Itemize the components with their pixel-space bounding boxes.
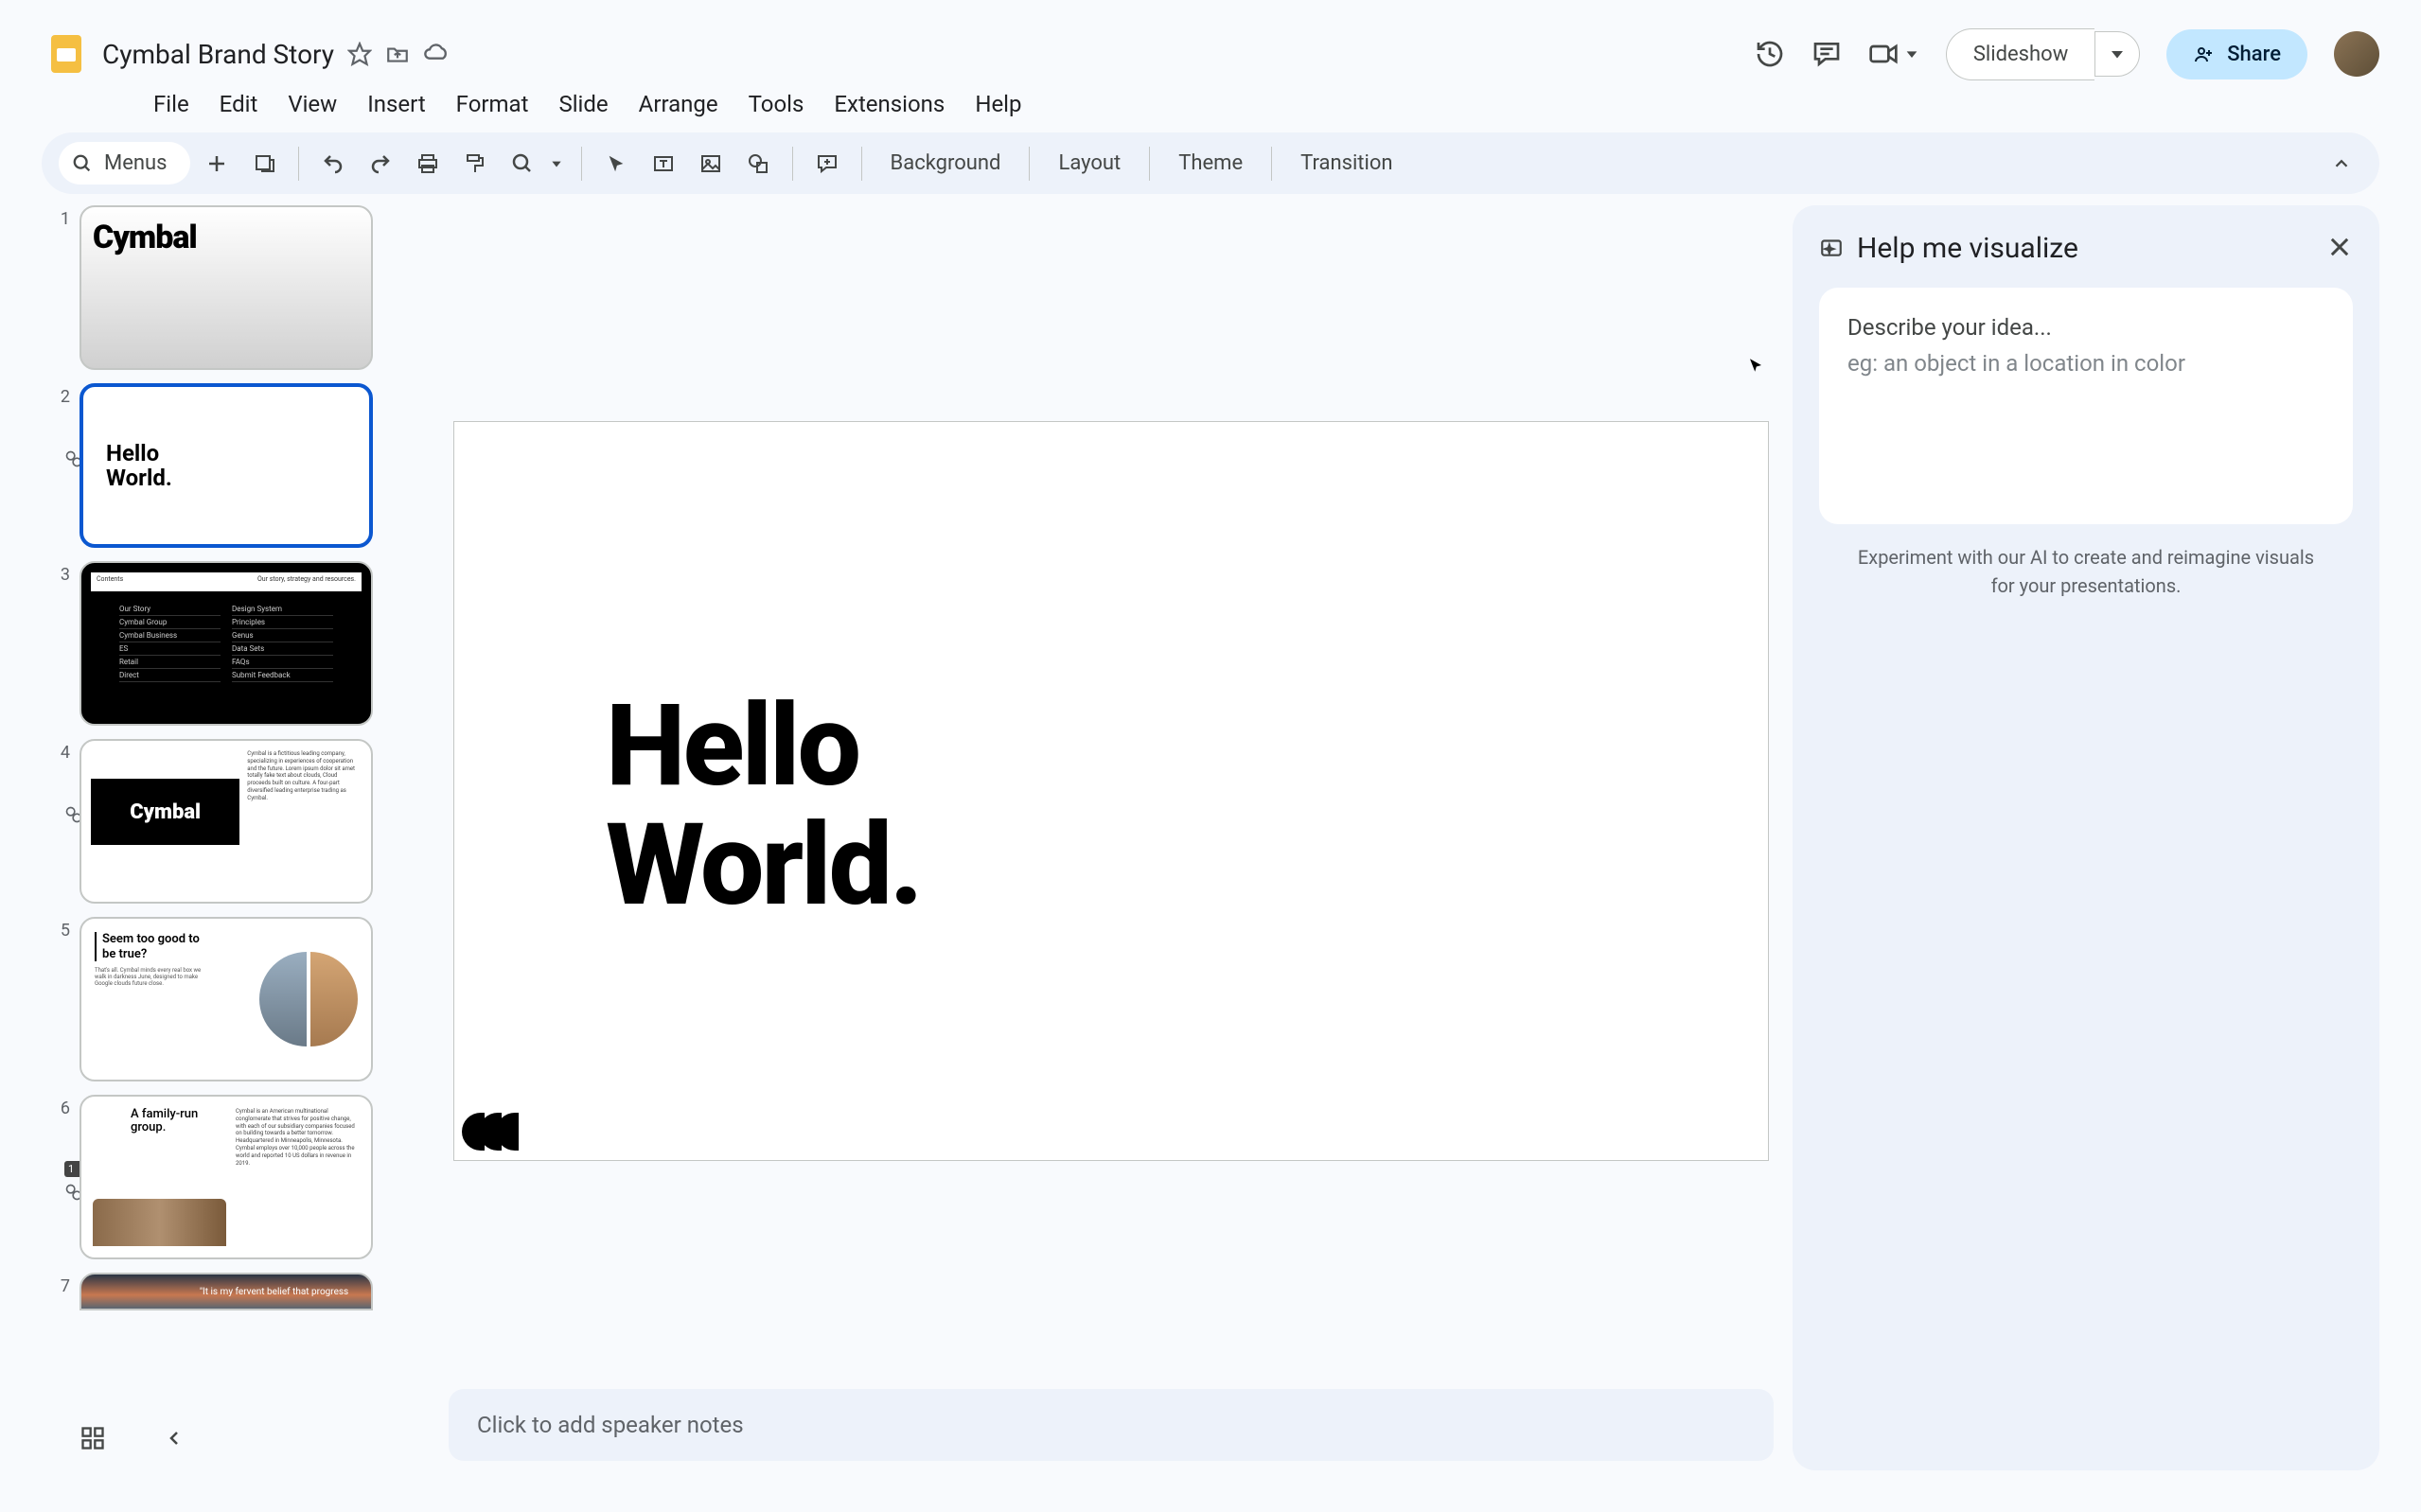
comment-add-icon[interactable] [806,143,848,185]
transition-button[interactable]: Transition [1285,144,1407,183]
speaker-notes-placeholder: Click to add speaker notes [477,1412,744,1438]
user-avatar[interactable] [2334,31,2379,77]
slide-number: 1 [42,205,70,229]
text-box-icon[interactable] [643,143,684,185]
slide-number: 4 [42,739,70,763]
menu-format[interactable]: Format [443,83,542,125]
slide-canvas[interactable]: Hello World. [453,421,1769,1161]
collapse-toolbar-icon[interactable] [2321,143,2362,185]
slide-thumbnail-4[interactable]: Cymbal Cymbal is a fictitious leading co… [80,739,373,904]
filmstrip[interactable]: 1 Cymbal 2 HelloWorld. 3 ContentsOur sto [42,205,430,1410]
share-button[interactable]: Share [2166,29,2307,79]
slideshow-dropdown[interactable] [2094,31,2140,77]
prompt-input-card[interactable]: Describe your idea... eg: an object in a… [1819,288,2353,524]
meet-icon[interactable] [1868,39,1919,69]
speaker-notes[interactable]: Click to add speaker notes [449,1389,1774,1461]
slide-number: 7 [42,1273,70,1296]
zoom-dropdown-icon[interactable] [545,143,568,185]
new-slide-icon[interactable] [196,143,238,185]
prompt-label: Describe your idea... [1847,314,2324,341]
menu-bar: File Edit View Insert Format Slide Arran… [19,79,2402,132]
layout-button[interactable]: Layout [1043,144,1136,183]
slide-number: 5 [42,917,70,941]
menu-slide[interactable]: Slide [545,83,621,125]
share-label: Share [2227,43,2281,66]
toolbar: Menus Background Layout [42,132,2379,194]
comments-icon[interactable] [1811,39,1842,69]
history-icon[interactable] [1755,39,1785,69]
menus-search[interactable]: Menus [59,142,190,185]
paint-format-icon[interactable] [454,143,496,185]
redo-icon[interactable] [360,143,401,185]
star-icon[interactable] [347,42,372,66]
slide-logo-mark [462,1113,513,1151]
sparkle-icon [1819,235,1844,263]
menu-tools[interactable]: Tools [735,83,818,125]
select-icon[interactable] [595,143,637,185]
menus-label: Menus [104,151,168,175]
slide-number: 2 [42,383,70,407]
help-me-visualize-panel: Help me visualize Describe your idea... … [1793,205,2379,1470]
slide-number: 3 [42,561,70,585]
slideshow-button[interactable]: Slideshow [1946,28,2094,80]
menu-edit[interactable]: Edit [206,83,272,125]
slide-title-text[interactable]: Hello World. [606,687,921,925]
menu-view[interactable]: View [274,83,350,125]
slides-logo[interactable] [42,29,91,79]
slide-thumbnail-6[interactable]: A family-run group. Cymbal is an America… [80,1095,373,1259]
panel-title: Help me visualize [1857,232,2313,265]
collapse-filmstrip-icon[interactable] [163,1427,186,1453]
slide-thumbnail-7[interactable]: "It is my fervent belief that progress [80,1273,373,1310]
app-header: Cymbal Brand Story [19,19,2402,79]
document-title[interactable]: Cymbal Brand Story [102,39,334,70]
slide-thumbnail-1[interactable]: Cymbal [80,205,373,370]
slide-number: 6 [42,1095,70,1118]
undo-icon[interactable] [312,143,354,185]
menu-extensions[interactable]: Extensions [821,83,958,125]
background-button[interactable]: Background [875,144,1016,183]
slide-thumbnail-3[interactable]: ContentsOur story, strategy and resource… [80,561,373,726]
close-icon[interactable] [2326,234,2353,264]
menu-file[interactable]: File [140,83,203,125]
zoom-icon[interactable] [502,143,543,185]
theme-button[interactable]: Theme [1163,144,1258,183]
panel-description: Experiment with our AI to create and rei… [1819,543,2353,600]
canvas-area[interactable]: Hello World. [449,205,1774,1376]
print-icon[interactable] [407,143,449,185]
new-slide-dropdown-icon[interactable] [243,143,285,185]
prompt-hint: eg: an object in a location in color [1847,350,2324,377]
menu-insert[interactable]: Insert [354,83,438,125]
slide-thumbnail-2[interactable]: HelloWorld. [80,383,373,548]
menu-help[interactable]: Help [962,83,1034,125]
cursor-icon [1747,357,1764,378]
cloud-icon[interactable] [423,41,450,67]
menu-arrange[interactable]: Arrange [626,83,732,125]
move-icon[interactable] [385,42,410,66]
image-icon[interactable] [690,143,732,185]
grid-view-icon[interactable] [80,1425,106,1455]
shape-icon[interactable] [737,143,779,185]
slide-thumbnail-5[interactable]: Seem too good to be true? That's all. Cy… [80,917,373,1081]
thumb-brand: Cymbal [93,219,197,256]
